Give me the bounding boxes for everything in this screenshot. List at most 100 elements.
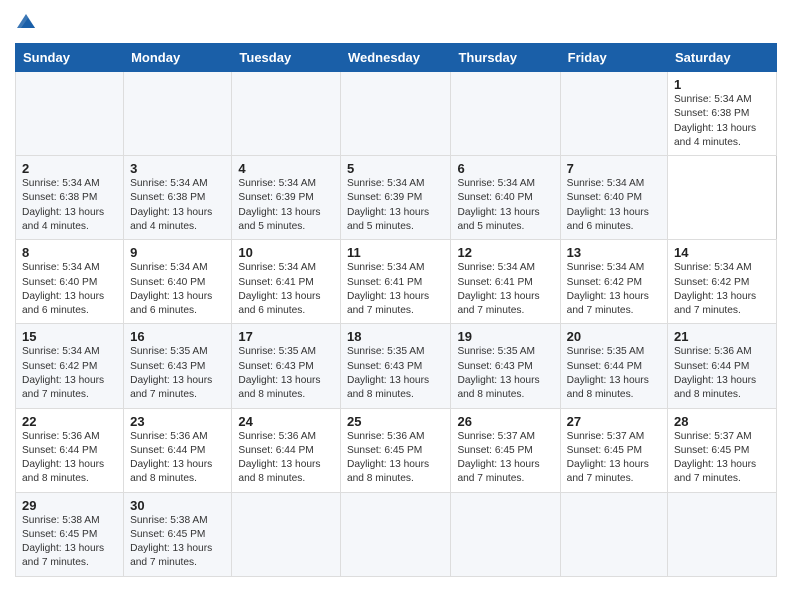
- day-info: Sunrise: 5:34 AMSunset: 6:42 PMDaylight:…: [567, 261, 661, 318]
- col-header-wednesday: Wednesday: [340, 44, 451, 72]
- page: SundayMondayTuesdayWednesdayThursdayFrid…: [0, 0, 792, 612]
- calendar-cell: 23Sunrise: 5:36 AMSunset: 6:44 PMDayligh…: [124, 408, 232, 492]
- calendar-cell: [340, 492, 451, 576]
- day-number: 14: [674, 245, 770, 260]
- day-number: 5: [347, 161, 445, 176]
- day-number: 10: [238, 245, 334, 260]
- day-info: Sunrise: 5:36 AMSunset: 6:44 PMDaylight:…: [674, 345, 770, 402]
- calendar-cell: 28Sunrise: 5:37 AMSunset: 6:45 PMDayligh…: [668, 408, 777, 492]
- calendar-cell: 30Sunrise: 5:38 AMSunset: 6:45 PMDayligh…: [124, 492, 232, 576]
- calendar-cell: [451, 492, 560, 576]
- day-number: 7: [567, 161, 661, 176]
- day-info: Sunrise: 5:34 AMSunset: 6:40 PMDaylight:…: [22, 261, 117, 318]
- day-number: 21: [674, 329, 770, 344]
- day-number: 23: [130, 414, 225, 429]
- day-info: Sunrise: 5:36 AMSunset: 6:44 PMDaylight:…: [238, 430, 334, 487]
- calendar-header-row: SundayMondayTuesdayWednesdayThursdayFrid…: [16, 44, 777, 72]
- day-info: Sunrise: 5:37 AMSunset: 6:45 PMDaylight:…: [567, 430, 661, 487]
- col-header-thursday: Thursday: [451, 44, 560, 72]
- day-info: Sunrise: 5:35 AMSunset: 6:43 PMDaylight:…: [238, 345, 334, 402]
- calendar-cell: [560, 492, 667, 576]
- day-info: Sunrise: 5:38 AMSunset: 6:45 PMDaylight:…: [130, 514, 225, 571]
- day-number: 11: [347, 245, 445, 260]
- calendar-cell: 3Sunrise: 5:34 AMSunset: 6:38 PMDaylight…: [124, 156, 232, 240]
- calendar-cell: 2Sunrise: 5:34 AMSunset: 6:38 PMDaylight…: [16, 156, 124, 240]
- calendar-week-5: 22Sunrise: 5:36 AMSunset: 6:44 PMDayligh…: [16, 408, 777, 492]
- day-number: 3: [130, 161, 225, 176]
- day-info: Sunrise: 5:35 AMSunset: 6:44 PMDaylight:…: [567, 345, 661, 402]
- day-info: Sunrise: 5:34 AMSunset: 6:41 PMDaylight:…: [347, 261, 445, 318]
- day-info: Sunrise: 5:34 AMSunset: 6:39 PMDaylight:…: [238, 177, 334, 234]
- calendar-cell: 6Sunrise: 5:34 AMSunset: 6:40 PMDaylight…: [451, 156, 560, 240]
- calendar-cell: 21Sunrise: 5:36 AMSunset: 6:44 PMDayligh…: [668, 324, 777, 408]
- day-number: 16: [130, 329, 225, 344]
- col-header-friday: Friday: [560, 44, 667, 72]
- day-number: 29: [22, 498, 117, 513]
- day-info: Sunrise: 5:34 AMSunset: 6:41 PMDaylight:…: [457, 261, 553, 318]
- calendar-cell: 29Sunrise: 5:38 AMSunset: 6:45 PMDayligh…: [16, 492, 124, 576]
- header: [15, 10, 777, 35]
- day-info: Sunrise: 5:34 AMSunset: 6:38 PMDaylight:…: [130, 177, 225, 234]
- col-header-saturday: Saturday: [668, 44, 777, 72]
- calendar-cell: [451, 72, 560, 156]
- day-info: Sunrise: 5:34 AMSunset: 6:42 PMDaylight:…: [22, 345, 117, 402]
- calendar-cell: 9Sunrise: 5:34 AMSunset: 6:40 PMDaylight…: [124, 240, 232, 324]
- day-number: 20: [567, 329, 661, 344]
- calendar-cell: [232, 492, 341, 576]
- calendar-cell: 25Sunrise: 5:36 AMSunset: 6:45 PMDayligh…: [340, 408, 451, 492]
- day-number: 19: [457, 329, 553, 344]
- day-number: 2: [22, 161, 117, 176]
- calendar-cell: 17Sunrise: 5:35 AMSunset: 6:43 PMDayligh…: [232, 324, 341, 408]
- day-number: 17: [238, 329, 334, 344]
- calendar-cell: 13Sunrise: 5:34 AMSunset: 6:42 PMDayligh…: [560, 240, 667, 324]
- calendar-cell: 10Sunrise: 5:34 AMSunset: 6:41 PMDayligh…: [232, 240, 341, 324]
- day-info: Sunrise: 5:34 AMSunset: 6:38 PMDaylight:…: [674, 93, 770, 150]
- calendar-cell: 7Sunrise: 5:34 AMSunset: 6:40 PMDaylight…: [560, 156, 667, 240]
- day-number: 22: [22, 414, 117, 429]
- day-number: 13: [567, 245, 661, 260]
- col-header-sunday: Sunday: [16, 44, 124, 72]
- calendar-cell: 19Sunrise: 5:35 AMSunset: 6:43 PMDayligh…: [451, 324, 560, 408]
- calendar-cell: 8Sunrise: 5:34 AMSunset: 6:40 PMDaylight…: [16, 240, 124, 324]
- day-info: Sunrise: 5:35 AMSunset: 6:43 PMDaylight:…: [457, 345, 553, 402]
- day-number: 18: [347, 329, 445, 344]
- calendar: SundayMondayTuesdayWednesdayThursdayFrid…: [15, 43, 777, 577]
- calendar-cell: [340, 72, 451, 156]
- calendar-cell: [232, 72, 341, 156]
- day-info: Sunrise: 5:34 AMSunset: 6:40 PMDaylight:…: [567, 177, 661, 234]
- day-number: 25: [347, 414, 445, 429]
- day-info: Sunrise: 5:34 AMSunset: 6:40 PMDaylight:…: [457, 177, 553, 234]
- col-header-monday: Monday: [124, 44, 232, 72]
- calendar-cell: 20Sunrise: 5:35 AMSunset: 6:44 PMDayligh…: [560, 324, 667, 408]
- day-info: Sunrise: 5:37 AMSunset: 6:45 PMDaylight:…: [457, 430, 553, 487]
- day-info: Sunrise: 5:34 AMSunset: 6:38 PMDaylight:…: [22, 177, 117, 234]
- calendar-cell: 22Sunrise: 5:36 AMSunset: 6:44 PMDayligh…: [16, 408, 124, 492]
- day-info: Sunrise: 5:36 AMSunset: 6:44 PMDaylight:…: [22, 430, 117, 487]
- calendar-cell: 27Sunrise: 5:37 AMSunset: 6:45 PMDayligh…: [560, 408, 667, 492]
- calendar-cell: 1Sunrise: 5:34 AMSunset: 6:38 PMDaylight…: [668, 72, 777, 156]
- day-number: 1: [674, 77, 770, 92]
- calendar-cell: 18Sunrise: 5:35 AMSunset: 6:43 PMDayligh…: [340, 324, 451, 408]
- calendar-cell: 16Sunrise: 5:35 AMSunset: 6:43 PMDayligh…: [124, 324, 232, 408]
- col-header-tuesday: Tuesday: [232, 44, 341, 72]
- calendar-cell: 12Sunrise: 5:34 AMSunset: 6:41 PMDayligh…: [451, 240, 560, 324]
- day-info: Sunrise: 5:36 AMSunset: 6:45 PMDaylight:…: [347, 430, 445, 487]
- day-info: Sunrise: 5:35 AMSunset: 6:43 PMDaylight:…: [347, 345, 445, 402]
- day-info: Sunrise: 5:34 AMSunset: 6:41 PMDaylight:…: [238, 261, 334, 318]
- day-info: Sunrise: 5:37 AMSunset: 6:45 PMDaylight:…: [674, 430, 770, 487]
- day-info: Sunrise: 5:34 AMSunset: 6:42 PMDaylight:…: [674, 261, 770, 318]
- day-number: 28: [674, 414, 770, 429]
- logo-icon: [15, 10, 37, 32]
- day-number: 4: [238, 161, 334, 176]
- calendar-cell: 26Sunrise: 5:37 AMSunset: 6:45 PMDayligh…: [451, 408, 560, 492]
- day-number: 12: [457, 245, 553, 260]
- day-info: Sunrise: 5:35 AMSunset: 6:43 PMDaylight:…: [130, 345, 225, 402]
- day-number: 8: [22, 245, 117, 260]
- day-info: Sunrise: 5:34 AMSunset: 6:40 PMDaylight:…: [130, 261, 225, 318]
- calendar-cell: 15Sunrise: 5:34 AMSunset: 6:42 PMDayligh…: [16, 324, 124, 408]
- calendar-cell: [16, 72, 124, 156]
- day-number: 24: [238, 414, 334, 429]
- calendar-week-1: 1Sunrise: 5:34 AMSunset: 6:38 PMDaylight…: [16, 72, 777, 156]
- day-info: Sunrise: 5:38 AMSunset: 6:45 PMDaylight:…: [22, 514, 117, 571]
- calendar-cell: 24Sunrise: 5:36 AMSunset: 6:44 PMDayligh…: [232, 408, 341, 492]
